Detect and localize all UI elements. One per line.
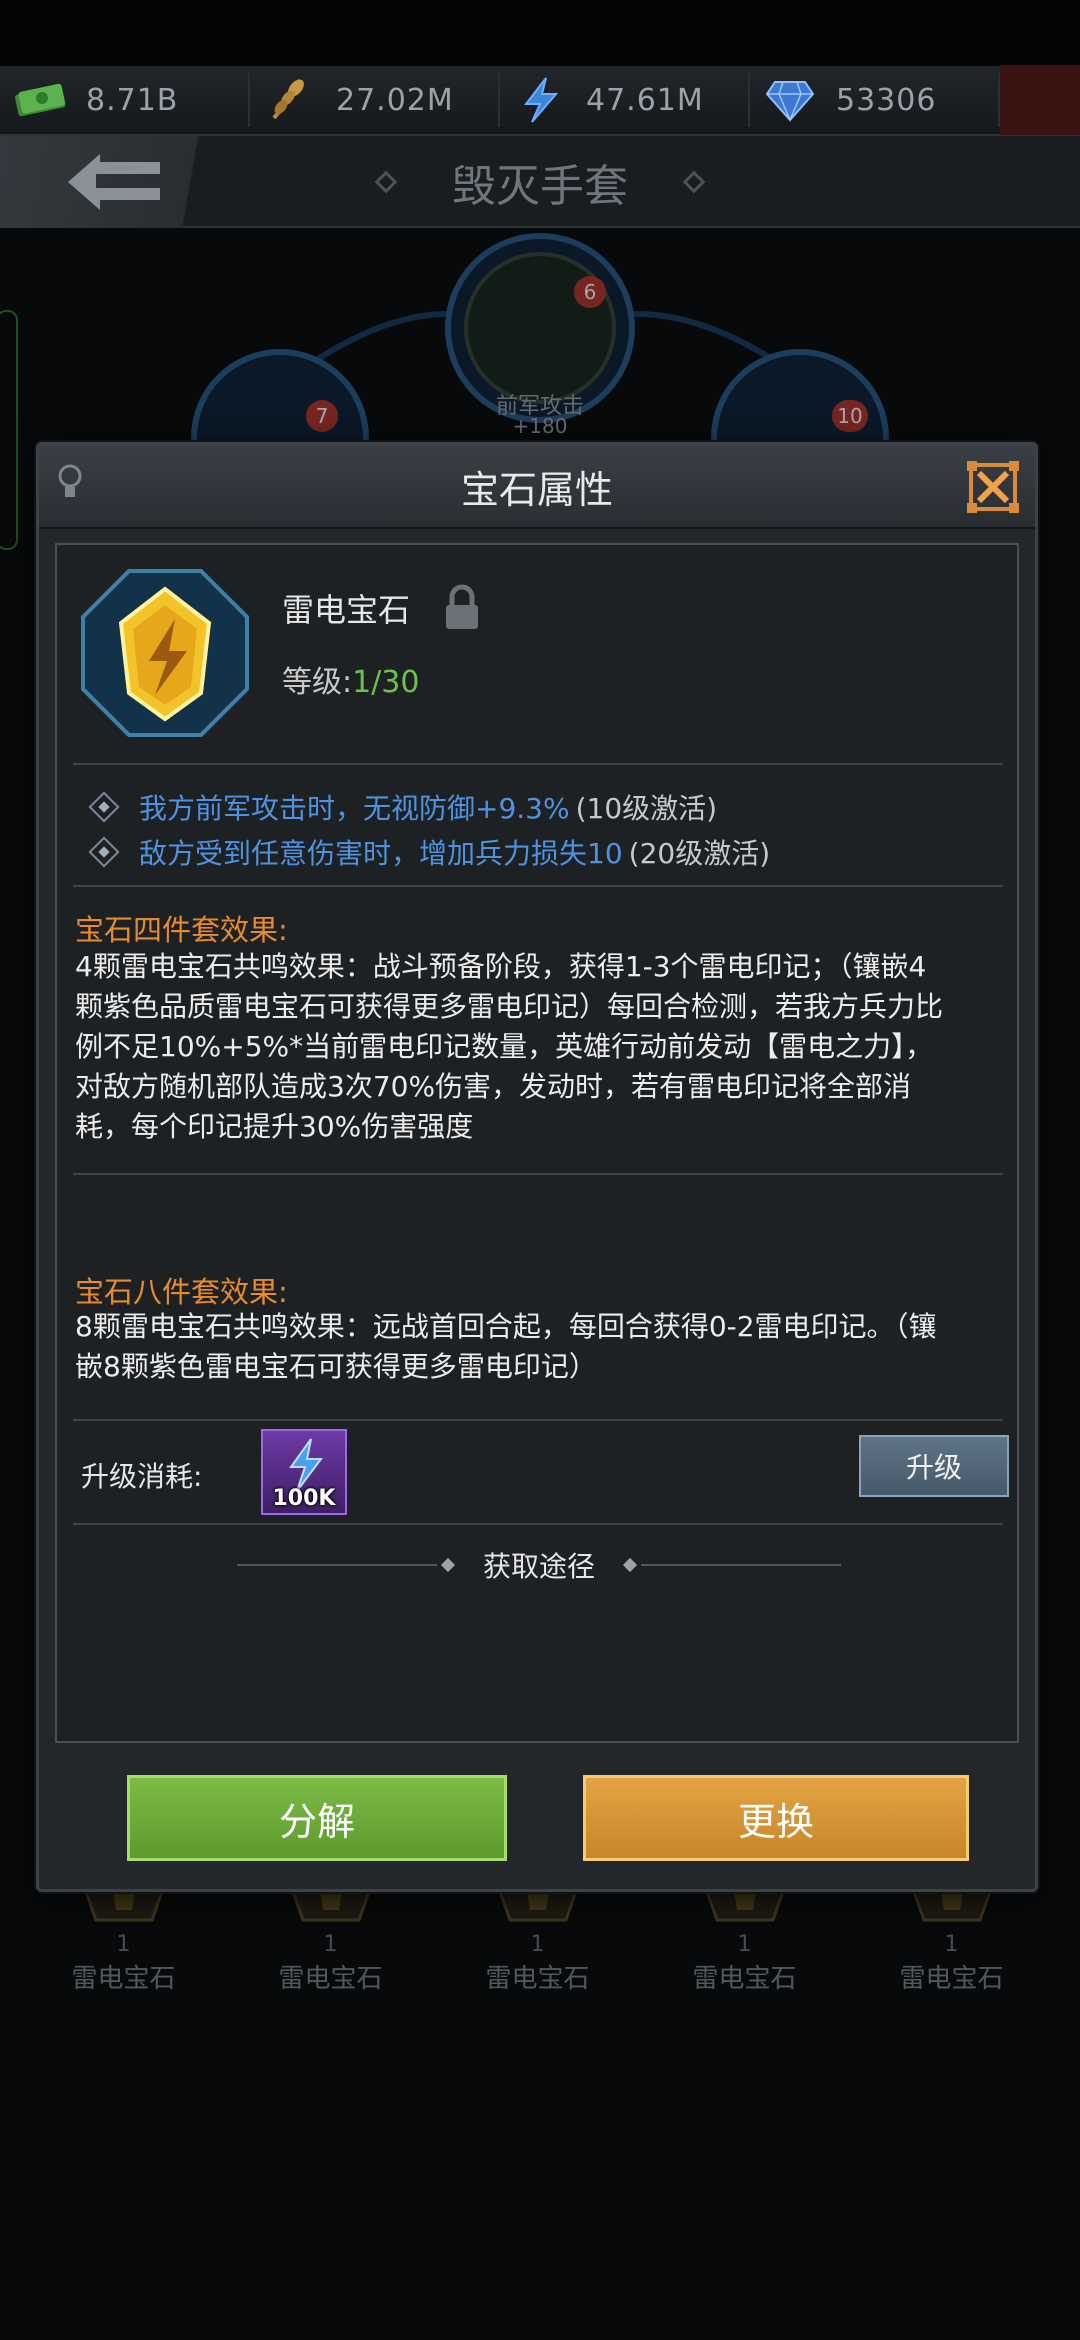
divider [73,763,1003,765]
gem-attribute: 我方前军攻击时，无视防御+9.3% (10级激活) [88,787,718,827]
decompose-button[interactable]: 分解 [127,1775,507,1861]
resource-diamond[interactable]: 53306 [750,65,1000,135]
game-screen: 8.71B 27.02M 47.61M 53306 毁灭手套 6 前军攻击 +1… [0,0,1080,2340]
upgrade-button[interactable]: 升级 [859,1435,1009,1497]
thunder-gem-icon [81,569,249,737]
divider [73,1523,1003,1525]
attribute-unlock-note: (20级激活) [628,837,771,870]
upgrade-cost-qty: 100K [272,1486,336,1511]
resource-cash[interactable]: 8.71B [0,65,250,135]
source-line-left [236,1564,437,1566]
divider [73,1173,1003,1175]
divider [73,885,1003,887]
lightbulb-icon[interactable] [57,463,83,503]
set4-title: 宝石四件套效果: [75,913,288,947]
title-ornament-right [682,170,706,194]
resource-food[interactable]: 27.02M [250,65,500,135]
attribute-unlock-note: (10级激活) [575,792,718,825]
set8-title: 宝石八件套效果: [75,1275,288,1309]
source-line-right [641,1564,841,1566]
resource-more[interactable] [1000,65,1080,135]
resource-energy[interactable]: 47.61M [500,65,750,135]
bullet-diamond-icon [88,836,120,868]
title-ornament-left [374,170,398,194]
wheat-icon [260,75,320,125]
gem-attribute: 敌方受到任意伤害时，增加兵力损失10 (20级激活) [88,832,771,872]
energy-value: 47.61M [586,82,704,118]
close-icon[interactable] [965,459,1021,515]
source-ornament-left [440,1557,456,1573]
set4-line: 4颗雷电宝石共鸣效果：战斗预备阶段，获得1-3个雷电印记；（镶嵌4 [75,950,927,983]
diamond-icon [760,75,820,125]
status-strip [0,0,1080,66]
attribute-text: 我方前军攻击时，无视防御+9.3% [139,792,570,825]
lock-icon[interactable] [441,583,483,631]
cash-icon [10,75,70,125]
set4-line: 耗，每个印记提升30%伤害强度 [75,1110,474,1143]
set4-line: 颗紫色品质雷电宝石可获得更多雷电印记）每回合检测，若我方兵力比 [75,990,944,1023]
upgrade-cost-item[interactable]: 100K [261,1429,347,1515]
food-value: 27.02M [336,82,454,118]
gem-attributes-dialog: 宝石属性 雷电宝石 等级:1/30 我方前军攻击时，无视防御+9.3% (10级… [36,442,1038,1892]
dialog-header: 宝石属性 [39,445,1035,529]
cash-value: 8.71B [86,82,179,118]
gem-name: 雷电宝石 [282,591,411,629]
attribute-text: 敌方受到任意伤害时，增加兵力损失10 [139,837,623,870]
dialog-title: 宝石属性 [460,467,613,512]
divider [73,1419,1003,1421]
bullet-diamond-icon [88,791,120,823]
page-header: 毁灭手套 [0,136,1080,228]
set8-line: 8颗雷电宝石共鸣效果：远战首回合起，每回合获得0-2雷电印记。（镶 [75,1310,937,1343]
upgrade-cost-label: 升级消耗: [81,1460,203,1493]
source-label: 获取途径 [482,1550,595,1583]
gem-level-value: 1/30 [352,665,420,700]
gem-level: 等级:1/30 [282,657,419,701]
gem-level-label: 等级: [282,665,353,700]
set4-line: 对敌方随机部队造成3次70%伤害，发动时，若有雷电印记将全部消 [75,1070,912,1103]
set4-line: 例不足10%+5%*当前雷电印记数量，英雄行动前发动【雷电之力】， [75,1030,934,1063]
source-ornament-right [622,1557,638,1573]
set4-description: 4颗雷电宝石共鸣效果：战斗预备阶段，获得1-3个雷电印记；（镶嵌4 颗紫色品质雷… [75,947,1015,1147]
page-title: 毁灭手套 [0,136,1080,228]
lightning-icon [510,75,570,125]
set8-description: 8颗雷电宝石共鸣效果：远战首回合起，每回合获得0-2雷电印记。（镶 嵌8颗紫色雷… [75,1307,1015,1387]
set8-line: 嵌8颗紫色雷电宝石可获得更多雷电印记） [75,1350,597,1383]
resource-bar: 8.71B 27.02M 47.61M 53306 [0,65,1080,136]
obtain-source-heading: 获取途径 [57,1545,1021,1585]
page-title-text: 毁灭手套 [452,161,628,212]
diamond-value: 53306 [836,82,937,118]
gem-detail-panel: 雷电宝石 等级:1/30 我方前军攻击时，无视防御+9.3% (10级激活) 敌… [55,543,1019,1743]
replace-button[interactable]: 更换 [583,1775,969,1861]
